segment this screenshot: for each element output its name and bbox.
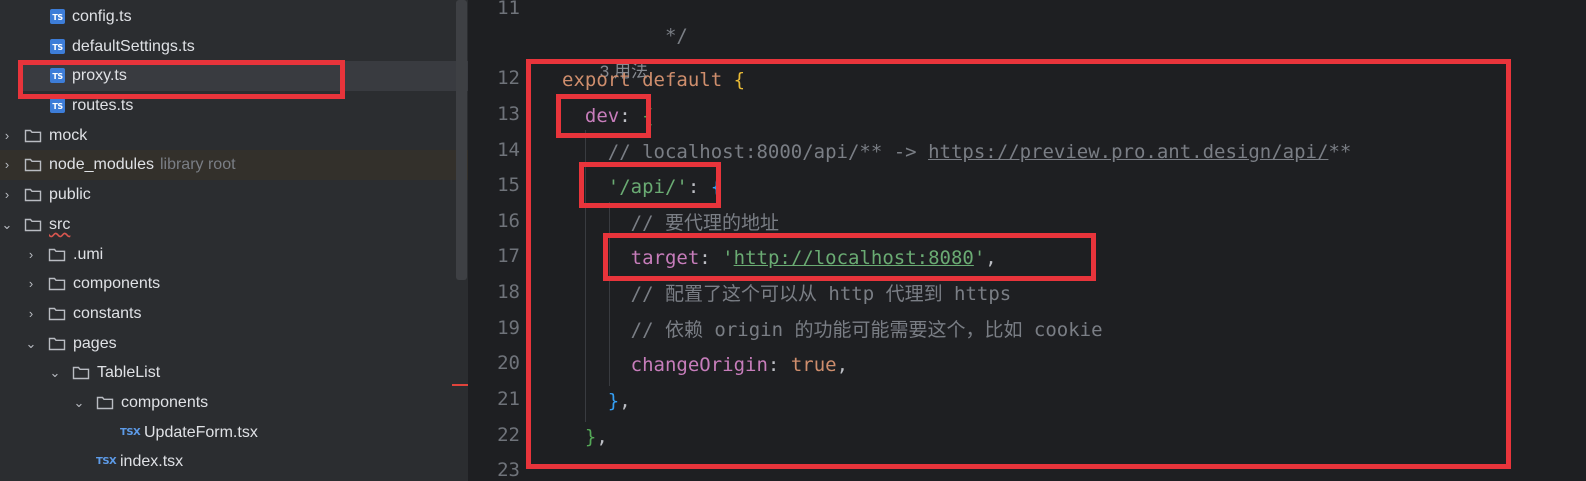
chevron-down-icon[interactable]: ⌄ xyxy=(0,217,14,233)
folder-icon xyxy=(48,276,66,291)
library-root-note: library root xyxy=(159,155,236,173)
tree-item-label: src xyxy=(49,215,71,233)
tree-item-label: constants xyxy=(73,304,142,322)
chevron-down-icon[interactable]: ⌄ xyxy=(24,336,38,352)
typescript-file-icon: TS xyxy=(50,9,65,25)
tree-item-pages[interactable]: ⌄ pages xyxy=(0,329,468,359)
chevron-down-icon[interactable]: ⌄ xyxy=(72,395,86,411)
tree-item-node-modules[interactable]: › node_modules library root xyxy=(0,150,468,180)
tree-item-label: .umi xyxy=(73,245,104,263)
tree-item-label: mock xyxy=(49,126,88,144)
tree-item-label: components xyxy=(73,274,161,292)
usage-hint[interactable]: 3 用法 xyxy=(562,30,648,81)
folder-icon xyxy=(24,217,42,232)
tree-item-label: components xyxy=(121,393,209,411)
tree-item-label: config.ts xyxy=(72,7,132,25)
tree-item-label: UpdateForm.tsx xyxy=(144,423,258,441)
tree-scrollbar[interactable] xyxy=(456,0,467,280)
chevron-right-icon[interactable]: › xyxy=(24,276,38,291)
folder-icon xyxy=(72,365,90,380)
chevron-down-icon[interactable]: ⌄ xyxy=(48,365,62,381)
ide-window: TS config.ts TS defaultSettings.ts TS pr… xyxy=(0,0,1586,481)
tsx-file-icon: TSX xyxy=(96,456,117,468)
tree-item-umi[interactable]: › .umi xyxy=(0,240,468,270)
tree-item-label: public xyxy=(49,185,91,203)
tree-item-updateform-tsx[interactable]: TSX UpdateForm.tsx xyxy=(0,418,468,448)
tree-item-label: defaultSettings.ts xyxy=(72,37,195,55)
tree-item-public[interactable]: › public xyxy=(0,180,456,210)
tree-item-constants[interactable]: › constants xyxy=(0,299,468,329)
tree-item-mock[interactable]: › mock xyxy=(0,121,456,151)
typescript-file-icon: TS xyxy=(50,98,65,114)
folder-icon xyxy=(24,128,42,143)
typescript-file-icon: TS xyxy=(50,39,65,55)
chevron-right-icon[interactable]: › xyxy=(24,247,38,262)
tree-item-src[interactable]: ⌄ src xyxy=(0,210,456,240)
tree-item-index-tsx[interactable]: TSX index.tsx xyxy=(0,447,468,477)
tree-item-label: routes.ts xyxy=(72,96,134,114)
folder-icon xyxy=(24,157,42,172)
tree-item-defaultsettings-ts[interactable]: TS defaultSettings.ts xyxy=(0,32,468,62)
folder-icon xyxy=(96,395,114,410)
tree-item-label: index.tsx xyxy=(120,452,184,470)
chevron-right-icon[interactable]: › xyxy=(0,157,14,172)
folder-icon xyxy=(48,306,66,321)
tree-item-label: pages xyxy=(73,334,117,352)
folder-icon xyxy=(48,247,66,262)
tsx-file-icon: TSX xyxy=(120,427,141,439)
chevron-right-icon[interactable]: › xyxy=(0,128,14,143)
tree-item-components[interactable]: › components xyxy=(0,269,468,299)
tree-item-tablelist-components[interactable]: ⌄ components xyxy=(0,388,468,418)
code-line-11: */ xyxy=(562,0,688,47)
annotation-box-api-path xyxy=(579,162,721,208)
tree-item-label: node_modules xyxy=(49,155,154,173)
folder-icon xyxy=(24,187,42,202)
annotation-box-dev xyxy=(556,94,651,138)
annotation-box-target xyxy=(603,233,1096,281)
folder-icon xyxy=(48,336,66,351)
chevron-right-icon[interactable]: › xyxy=(0,187,14,202)
tree-item-label: TableList xyxy=(97,363,161,381)
tree-item-config-ts[interactable]: TS config.ts xyxy=(0,2,468,32)
tree-item-tablelist[interactable]: ⌄ TableList xyxy=(0,358,468,388)
chevron-right-icon[interactable]: › xyxy=(24,306,38,321)
error-marker xyxy=(452,384,468,386)
comment-close: */ xyxy=(653,25,688,47)
annotation-box-proxy-file xyxy=(18,60,345,99)
